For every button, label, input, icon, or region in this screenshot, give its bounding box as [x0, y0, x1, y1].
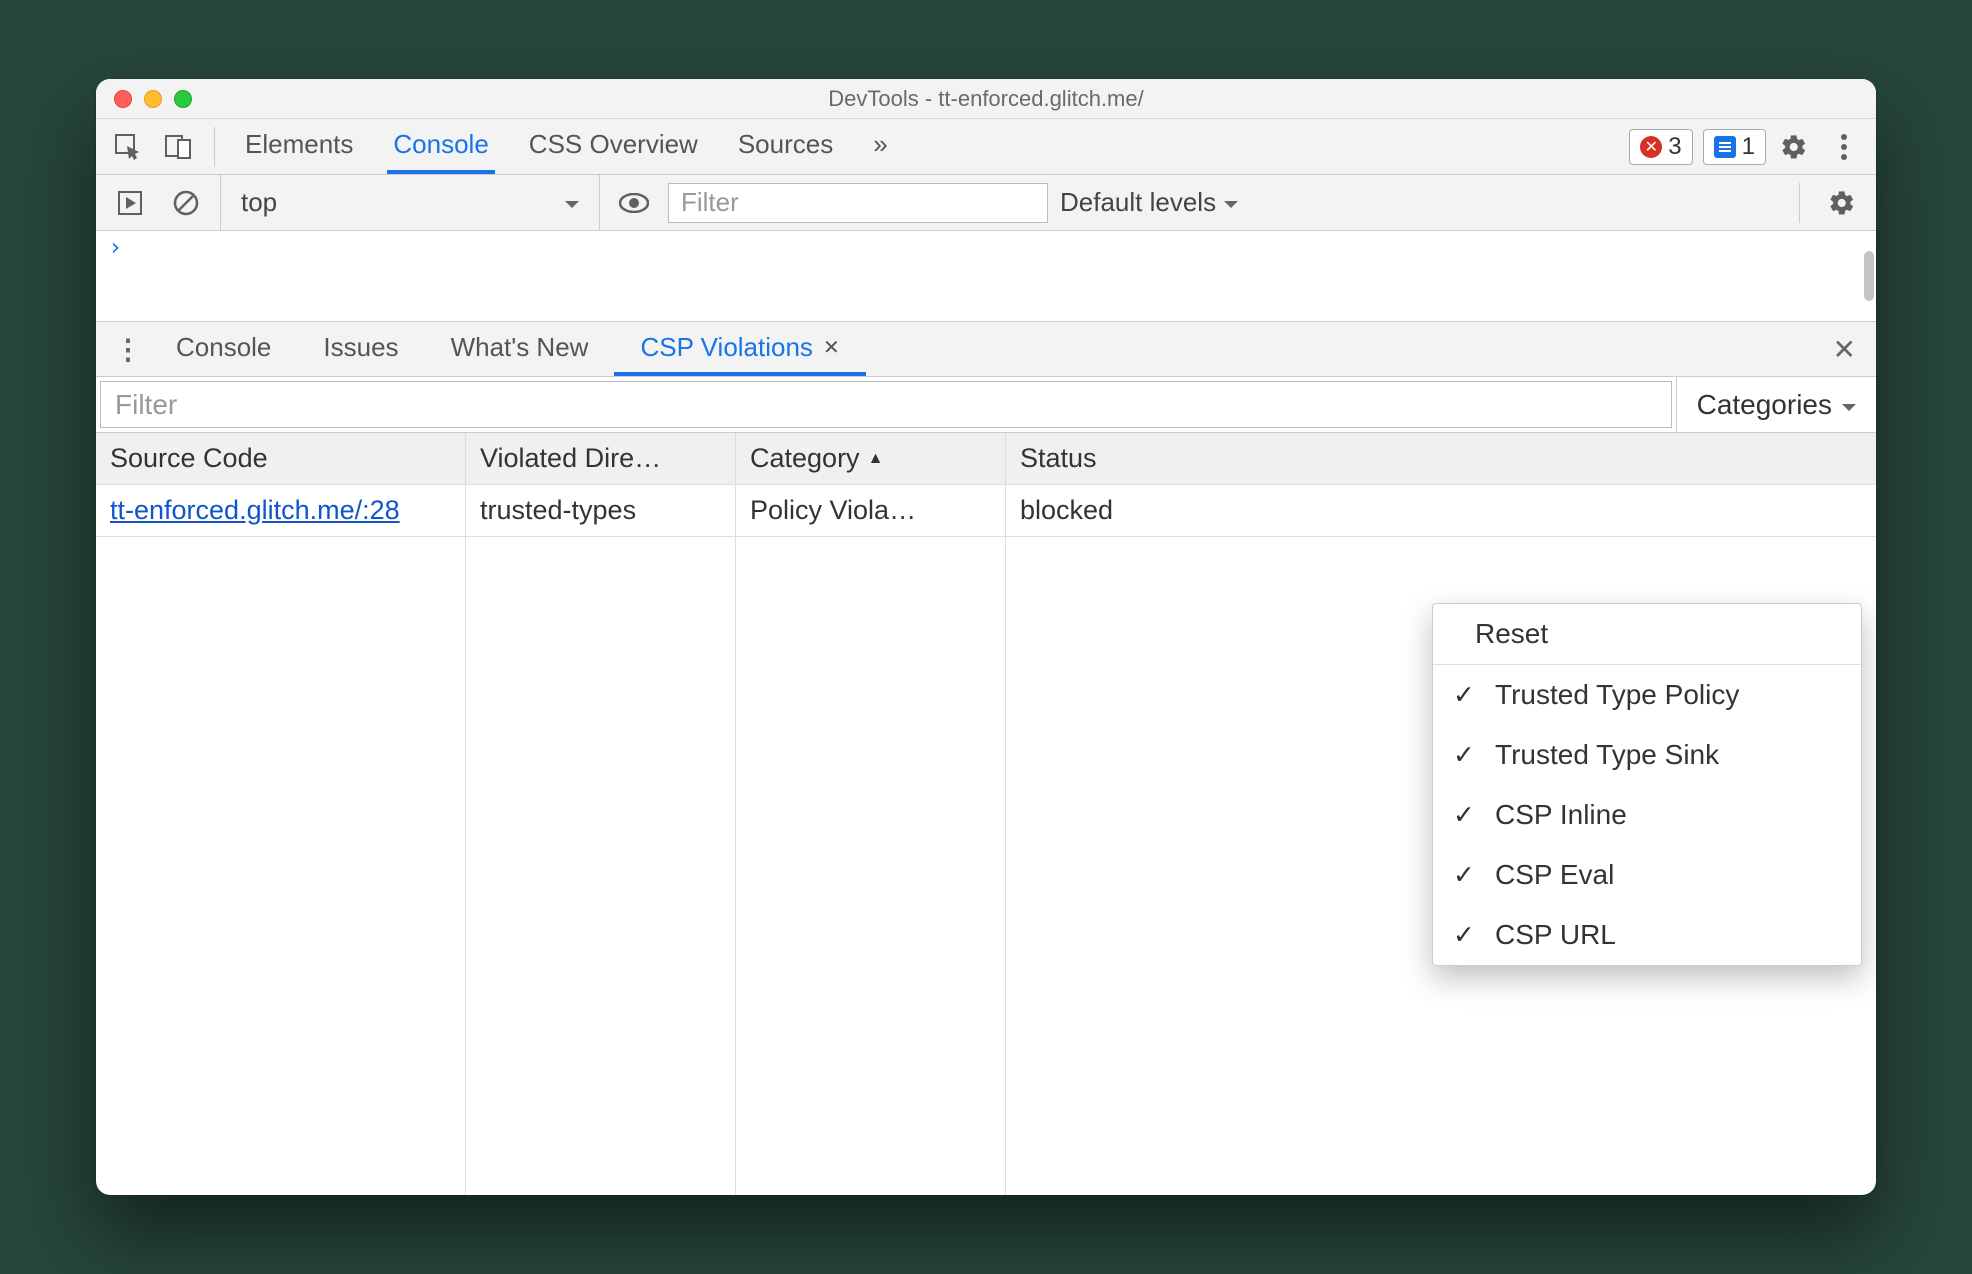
execution-toggle-icon[interactable]: [108, 181, 152, 225]
scrollbar-thumb[interactable]: [1864, 251, 1874, 301]
devtools-window: DevTools - tt-enforced.glitch.me/ Elemen…: [96, 79, 1876, 1195]
main-tabs: Elements Console CSS Overview Sources »: [239, 119, 894, 174]
sort-asc-icon: ▲: [868, 450, 884, 468]
col-header-category[interactable]: Category ▲: [736, 433, 1006, 484]
tab-css-overview[interactable]: CSS Overview: [523, 119, 704, 174]
tab-elements[interactable]: Elements: [239, 119, 359, 174]
info-count: 1: [1742, 133, 1755, 161]
console-filter-bar: top Default levels: [96, 175, 1876, 231]
levels-label: Default levels: [1060, 187, 1216, 218]
col-header-source[interactable]: Source Code: [96, 433, 466, 484]
menu-item-label: CSP Eval: [1495, 859, 1614, 890]
dropdown-arrow-icon: [1224, 187, 1238, 218]
context-selector[interactable]: top: [220, 175, 600, 230]
cell-category: Policy Viola…: [736, 485, 1006, 536]
tab-console[interactable]: Console: [387, 119, 494, 174]
table-row[interactable]: tt-enforced.glitch.me/:28 trusted-types …: [96, 485, 1876, 537]
context-label: top: [241, 187, 277, 218]
more-tabs-icon[interactable]: »: [867, 119, 893, 174]
cell-directive: trusted-types: [466, 485, 736, 536]
menu-item-csp-inline[interactable]: ✓ CSP Inline: [1433, 785, 1861, 845]
drawer-tab-label: CSP Violations: [640, 332, 812, 363]
error-count-badge[interactable]: ✕ 3: [1629, 129, 1692, 165]
check-icon: ✓: [1453, 860, 1475, 891]
menu-item-trusted-type-policy[interactable]: ✓ Trusted Type Policy: [1433, 665, 1861, 725]
tab-sources[interactable]: Sources: [732, 119, 839, 174]
console-settings-icon[interactable]: [1820, 181, 1864, 225]
console-filter-input[interactable]: [668, 183, 1048, 223]
menu-item-csp-eval[interactable]: ✓ CSP Eval: [1433, 845, 1861, 905]
cell-status: blocked: [1006, 485, 1876, 536]
menu-item-label: Trusted Type Policy: [1495, 679, 1739, 710]
info-count-badge[interactable]: 1: [1703, 129, 1766, 165]
csp-filter-input[interactable]: [100, 381, 1672, 428]
cell-source-link[interactable]: tt-enforced.glitch.me/:28: [96, 485, 466, 536]
console-body[interactable]: ›: [96, 231, 1876, 321]
drawer-more-icon[interactable]: ⋮: [106, 333, 150, 366]
levels-selector[interactable]: Default levels: [1060, 187, 1238, 218]
live-expression-icon[interactable]: [612, 181, 656, 225]
check-icon: ✓: [1453, 680, 1475, 711]
device-toggle-icon[interactable]: [156, 125, 200, 169]
check-icon: ✓: [1453, 920, 1475, 951]
clear-console-icon[interactable]: [164, 181, 208, 225]
menu-item-label: CSP Inline: [1495, 799, 1627, 830]
menu-item-label: Trusted Type Sink: [1495, 739, 1719, 770]
dropdown-arrow-icon: [1842, 389, 1856, 421]
categories-dropdown: Reset ✓ Trusted Type Policy ✓ Trusted Ty…: [1432, 603, 1862, 966]
title-bar: DevTools - tt-enforced.glitch.me/: [96, 79, 1876, 119]
categories-button[interactable]: Categories: [1676, 377, 1876, 432]
drawer-tab-issues[interactable]: Issues: [297, 322, 424, 376]
table-header: Source Code Violated Dire… Category ▲ St…: [96, 433, 1876, 485]
more-menu-icon[interactable]: [1822, 125, 1866, 169]
col-header-label: Category: [750, 443, 860, 474]
info-icon: [1714, 136, 1736, 158]
col-header-directive[interactable]: Violated Dire…: [466, 433, 736, 484]
drawer-tab-whatsnew[interactable]: What's New: [425, 322, 615, 376]
menu-item-csp-url[interactable]: ✓ CSP URL: [1433, 905, 1861, 965]
divider: [1799, 183, 1800, 223]
check-icon: ✓: [1453, 800, 1475, 831]
issue-badges: ✕ 3 1: [1629, 129, 1766, 165]
main-toolbar: Elements Console CSS Overview Sources » …: [96, 119, 1876, 175]
inspect-element-icon[interactable]: [106, 125, 150, 169]
divider: [214, 127, 215, 167]
close-drawer-icon[interactable]: ✕: [1823, 333, 1866, 366]
menu-item-reset[interactable]: Reset: [1433, 604, 1861, 664]
error-icon: ✕: [1640, 136, 1662, 158]
dropdown-arrow-icon: [565, 187, 579, 218]
window-title: DevTools - tt-enforced.glitch.me/: [96, 86, 1876, 112]
error-count: 3: [1668, 133, 1681, 161]
console-prompt-icon: ›: [108, 233, 122, 261]
close-tab-icon[interactable]: ✕: [823, 335, 840, 360]
drawer-tab-console[interactable]: Console: [150, 322, 297, 376]
settings-icon[interactable]: [1772, 125, 1816, 169]
csp-filter-bar: Categories: [96, 377, 1876, 433]
menu-item-label: CSP URL: [1495, 919, 1616, 950]
check-icon: ✓: [1453, 740, 1475, 771]
col-header-status[interactable]: Status: [1006, 433, 1876, 484]
drawer-tab-csp-violations[interactable]: CSP Violations ✕: [614, 322, 865, 376]
categories-label: Categories: [1697, 389, 1832, 421]
menu-item-trusted-type-sink[interactable]: ✓ Trusted Type Sink: [1433, 725, 1861, 785]
drawer-tabs: ⋮ Console Issues What's New CSP Violatio…: [96, 321, 1876, 377]
